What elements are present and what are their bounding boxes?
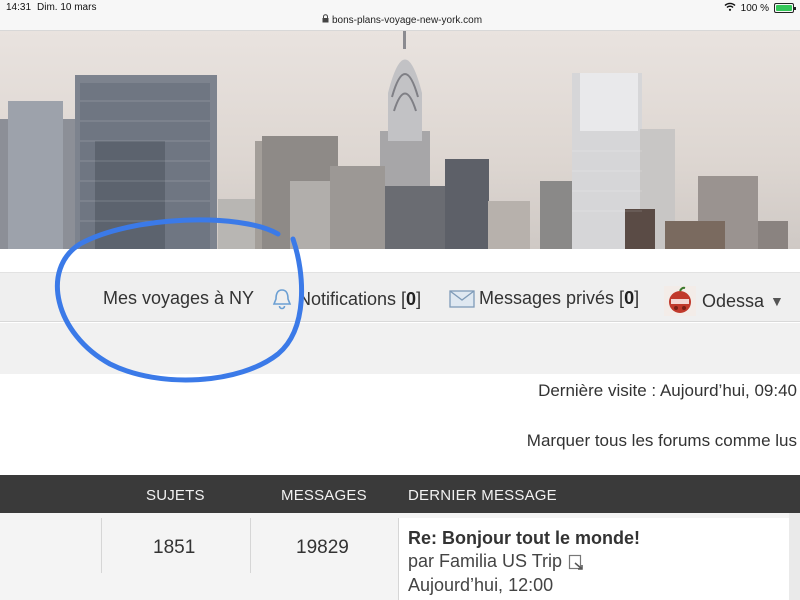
last-post-author: par Familia US Trip: [408, 551, 584, 572]
header-topics: SUJETS: [146, 487, 205, 504]
last-post-author-link[interactable]: par Familia US Trip: [408, 551, 562, 572]
notifications-bracket: ]: [416, 288, 422, 309]
ios-status-bar: 14:31 Dim. 10 mars bons-plans-voyage-new…: [0, 0, 800, 31]
topics-count: 1851: [153, 537, 196, 558]
messages-count: 0: [624, 288, 635, 308]
address-bar[interactable]: bons-plans-voyage-new-york.com: [322, 14, 482, 26]
notifications-label: Notifications [: [298, 288, 407, 309]
forum-table-header: SUJETS MESSAGES DERNIER MESSAGE: [0, 475, 800, 513]
header-posts: MESSAGES: [281, 487, 367, 504]
mark-all-read-link[interactable]: Marquer tous les forums comme lus: [527, 431, 797, 451]
user-menu[interactable]: Odessa ▼: [664, 286, 784, 316]
view-latest-post-icon[interactable]: [568, 554, 584, 570]
wifi-icon: [724, 2, 736, 14]
cell-divider: [101, 518, 102, 573]
posts-count: 19829: [296, 537, 349, 558]
annotation-circle: [55, 217, 305, 383]
status-right: 100 %: [724, 2, 796, 14]
messages-bracket: ]: [634, 288, 640, 308]
username: Odessa: [702, 290, 765, 311]
last-post-title-link[interactable]: Re: Bonjour tout le monde!: [408, 528, 640, 549]
scrollbar[interactable]: [789, 513, 800, 600]
chevron-down-icon: ▼: [770, 293, 784, 309]
header-last-post: DERNIER MESSAGE: [408, 487, 557, 504]
status-time: 14:31: [6, 2, 32, 13]
battery-percent: 100 %: [740, 2, 769, 14]
private-messages-link[interactable]: Messages privés [0]: [449, 288, 639, 309]
last-post-date: Aujourd’hui, 12:00: [408, 575, 554, 595]
lock-icon: [322, 14, 329, 26]
notifications-count: 0: [406, 288, 417, 309]
envelope-icon: [449, 289, 475, 308]
avatar: [664, 286, 696, 316]
battery-icon: [774, 3, 796, 13]
status-date: Dim. 10 mars: [37, 2, 97, 13]
cell-divider: [250, 518, 251, 573]
messages-label: Messages privés [: [479, 288, 625, 308]
url-text: bons-plans-voyage-new-york.com: [332, 14, 483, 26]
last-visit-text: Dernière visite : Aujourd’hui, 09:40: [538, 381, 797, 400]
